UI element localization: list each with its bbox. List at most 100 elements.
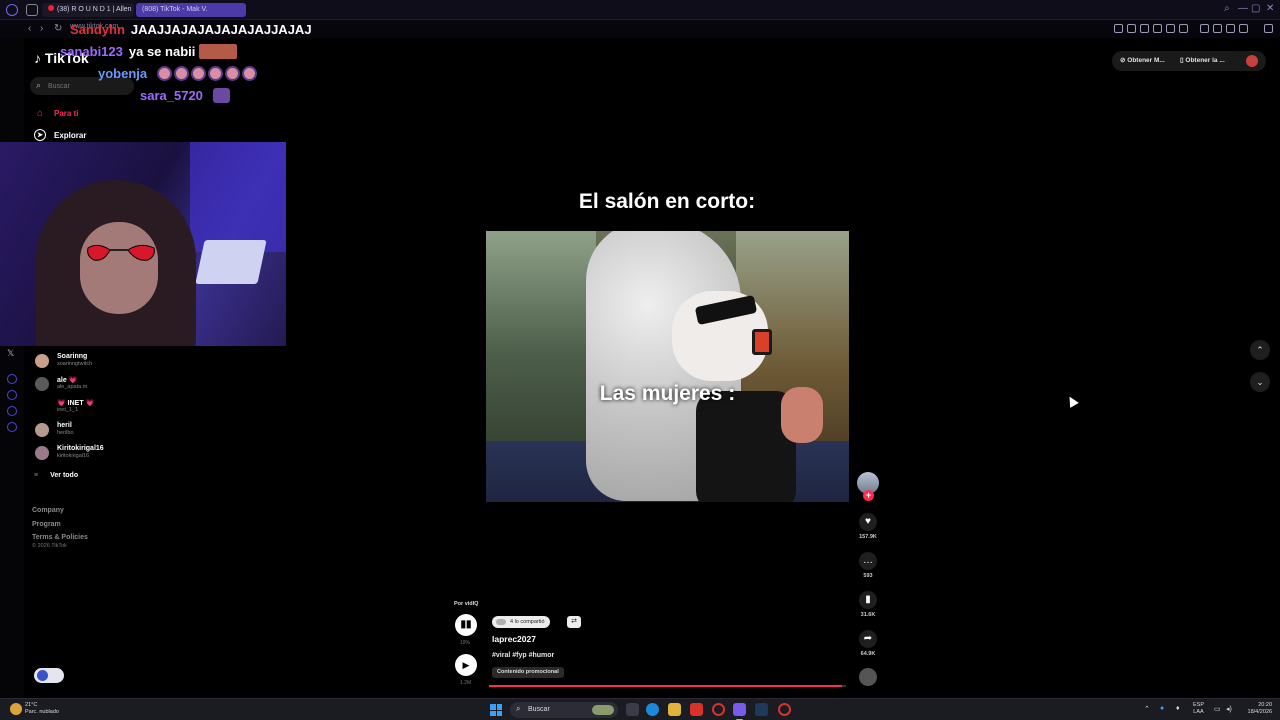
panel-icon[interactable]	[7, 374, 17, 384]
opera-gx-icon[interactable]	[733, 703, 746, 720]
extension-icon[interactable]	[1226, 24, 1235, 33]
music-disc-icon[interactable]	[859, 668, 877, 686]
get-coins-button[interactable]: ⊘ Obtener M...	[1120, 51, 1165, 71]
back-icon[interactable]: ‹	[28, 23, 31, 34]
comment-button[interactable]: … 593	[856, 552, 880, 579]
tab-tiktok[interactable]: (808) TikTok - Mak V.	[136, 3, 246, 17]
reload-icon[interactable]: ↻	[54, 23, 62, 34]
tab-stream[interactable]: (38) R O U N D 1 | Allen	[42, 3, 134, 17]
extension-icon[interactable]	[1213, 24, 1222, 33]
profile-avatar[interactable]	[1246, 55, 1258, 67]
chevron-up-icon: ⌃	[1256, 345, 1264, 355]
language-indicator[interactable]: ESP LAA	[1193, 702, 1204, 716]
footer-link-program[interactable]: Program	[32, 518, 88, 532]
heart-icon: ♥	[859, 513, 877, 531]
avatar	[35, 354, 49, 368]
extension-icon[interactable]	[1140, 24, 1149, 33]
taskbar-search[interactable]: ⌕ Buscar	[510, 702, 618, 718]
close-button[interactable]: ✕	[1266, 3, 1274, 14]
chevron-up-icon[interactable]: ⌃	[1144, 705, 1150, 713]
get-app-button[interactable]: ▯ Obtener la ...	[1180, 51, 1225, 71]
extension-icon[interactable]	[1239, 24, 1248, 33]
share-button[interactable]: ➦ 64.9K	[856, 630, 880, 657]
repost-icon[interactable]: ⇄	[567, 616, 581, 628]
vidiq-percent: 19%	[460, 640, 471, 646]
following-item[interactable]: ale 💗 ale_apata.m	[34, 375, 234, 397]
bookmark-icon: ▮	[859, 591, 877, 609]
follow-button[interactable]: +	[863, 490, 874, 501]
opera-icon[interactable]	[712, 703, 725, 716]
tiktok-logo[interactable]: ♪ TikTok	[34, 50, 89, 66]
search-icon: ⌕	[36, 80, 42, 90]
steam-icon[interactable]	[755, 703, 768, 716]
search-bar[interactable]: ⌕	[30, 77, 134, 95]
file-explorer-icon[interactable]	[668, 703, 681, 716]
panel-icon[interactable]	[7, 390, 17, 400]
webcam-overlay	[0, 142, 286, 346]
maximize-button[interactable]: ▢	[1251, 3, 1260, 14]
save-button[interactable]: ▮ 31.6K	[856, 591, 880, 618]
heart-glasses-icon	[87, 244, 155, 261]
app-icon[interactable]	[690, 703, 703, 716]
extension-icon[interactable]	[1166, 24, 1175, 33]
list-icon: ≡	[34, 472, 39, 479]
extension-icon[interactable]	[1179, 24, 1188, 33]
shared-by-chip[interactable]: 4 lo compartió	[492, 616, 550, 628]
next-video-button[interactable]: ⌄	[1250, 372, 1270, 392]
url-field[interactable]: www.tiktok.com	[70, 23, 118, 30]
see-all-link[interactable]: ≡ Ver todo	[34, 472, 78, 479]
chevron-down-icon: ⌄	[1256, 377, 1264, 387]
footer-link-company[interactable]: Company	[32, 504, 88, 518]
like-button[interactable]: ♥ 157.9K	[856, 513, 880, 540]
microphone-icon[interactable]: ♦	[1176, 705, 1180, 712]
forward-icon[interactable]: ›	[40, 23, 43, 34]
following-item[interactable]: 💗 INET 💗 inet_1_1	[34, 398, 234, 420]
video-player[interactable]: Las mujeres :	[486, 231, 849, 502]
search-icon: ⌕	[516, 704, 521, 713]
search-tabs-icon[interactable]: ⌕	[1224, 3, 1230, 14]
monitor-icon[interactable]: ▭	[1214, 705, 1221, 713]
get-app-bar: ⊘ Obtener M... ▯ Obtener la ...	[1112, 51, 1266, 71]
system-clock[interactable]: 20:20 18/4/2026	[1240, 702, 1272, 716]
mouse-cursor	[1065, 394, 1079, 408]
tray-app-icon[interactable]: ●	[1160, 705, 1164, 712]
video-character-nose	[752, 329, 772, 355]
vidiq-stats-button[interactable]: ▮▮	[455, 614, 477, 636]
share-icon: ➦	[859, 630, 877, 648]
minimize-button[interactable]: —	[1238, 3, 1248, 14]
workspace-icon[interactable]	[26, 4, 38, 16]
task-view-icon[interactable]	[626, 703, 639, 716]
toggle-switch[interactable]	[34, 668, 64, 683]
nav-explore[interactable]: ➤ Explorar	[34, 129, 86, 141]
menu-icon[interactable]	[1264, 24, 1273, 33]
weather-icon	[10, 703, 22, 715]
play-button[interactable]: ▶	[455, 654, 477, 676]
avatar	[35, 400, 49, 414]
video-hashtags[interactable]: #viral #fyp #humor	[492, 652, 554, 659]
following-item[interactable]: Kiritokirigal16 kiritokirigal16	[34, 444, 234, 466]
nav-for-you[interactable]: ⌂ Para ti	[34, 107, 79, 119]
video-author[interactable]: laprec2027	[492, 634, 536, 644]
tiktok-sidebar: ♪ TikTok ⌕ ⌂ Para ti ➤ Explorar Soarinng…	[24, 38, 286, 698]
volume-icon[interactable]: ◂)	[1226, 705, 1232, 713]
extension-icon[interactable]	[1200, 24, 1209, 33]
search-input[interactable]	[48, 80, 128, 92]
panel-icon[interactable]	[7, 406, 17, 416]
windows-start-button[interactable]	[490, 704, 502, 716]
extension-icon[interactable]	[1153, 24, 1162, 33]
extension-icon[interactable]	[1127, 24, 1136, 33]
video-caption-title: El salón en corto:	[578, 190, 756, 213]
extension-icon[interactable]	[1114, 24, 1123, 33]
app-icon[interactable]	[778, 703, 791, 716]
following-item[interactable]: heril herilbo	[34, 421, 234, 443]
panel-icon[interactable]	[7, 422, 17, 432]
browser-logo-icon[interactable]	[6, 4, 18, 16]
following-item[interactable]: Soarinng soarinngtwitch	[34, 352, 234, 374]
search-highlight-image	[592, 705, 614, 715]
video-progress-bar[interactable]	[489, 685, 846, 687]
edge-icon[interactable]	[646, 703, 659, 716]
x-icon[interactable]: 𝕏	[7, 348, 14, 359]
copyright: © 2026 TikTok	[32, 543, 67, 549]
avatar	[35, 377, 49, 391]
previous-video-button[interactable]: ⌃	[1250, 340, 1270, 360]
